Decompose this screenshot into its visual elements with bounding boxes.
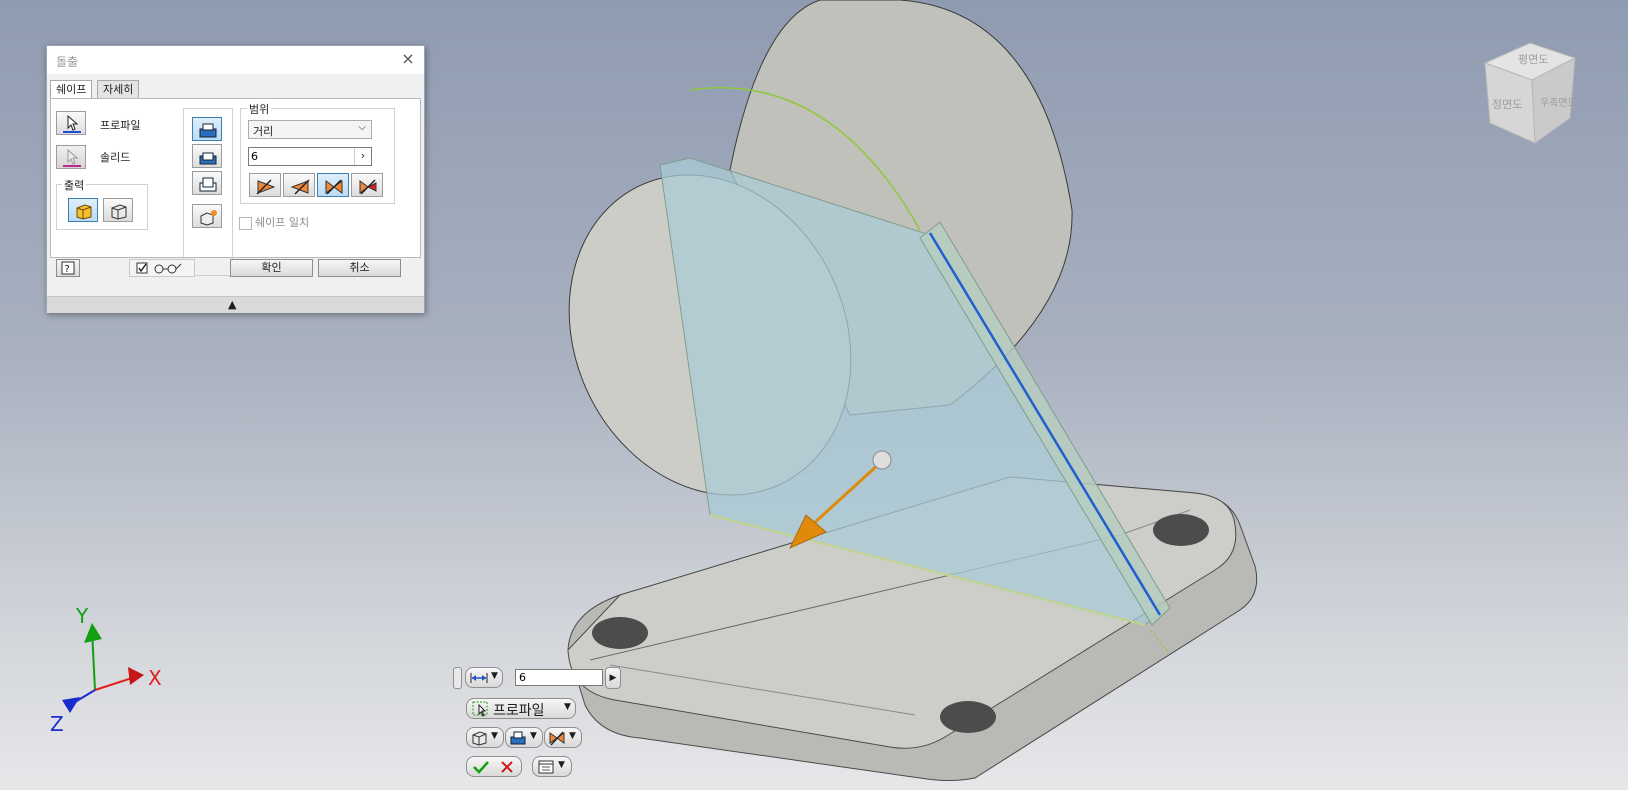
mini-toolbar-profile-button[interactable]: 프로파일 ▼ <box>466 698 576 719</box>
mini-toolbar-options-dropdown[interactable]: ▼ <box>532 756 572 777</box>
mini-toolbar-direction-dropdown[interactable]: ▼ <box>544 727 582 748</box>
dialog-footer: ▲ <box>47 296 424 313</box>
surface-cube-icon <box>111 204 127 220</box>
range-group-label: 범위 <box>247 101 272 117</box>
viewcube[interactable]: 평면도 정면도 우측면도 <box>1470 38 1580 148</box>
hole-back-right[interactable] <box>1153 514 1209 546</box>
dropdown-arrow-icon: ▼ <box>491 671 498 681</box>
range-type-select[interactable]: 거리 ⌵ <box>248 120 372 139</box>
solid-cube-icon <box>76 204 92 220</box>
expand-triangle-icon[interactable]: ▲ <box>228 298 236 311</box>
asymmetric-icon <box>359 179 377 195</box>
axis-x-label: X <box>148 666 162 690</box>
checkmark-icon[interactable] <box>471 759 491 775</box>
distance-input[interactable] <box>251 149 351 163</box>
dialog-titlebar[interactable]: 돌출 × <box>47 46 424 74</box>
output-surface-button[interactable] <box>103 198 133 222</box>
distance-icon <box>470 673 488 683</box>
axis-z-label: Z <box>50 712 64 735</box>
direction-2-icon <box>290 179 310 195</box>
tab-shape[interactable]: 쉐이프 <box>50 80 93 99</box>
viewcube-top-label: 평면도 <box>1518 53 1548 66</box>
new-solid-icon <box>200 210 217 226</box>
dropdown-arrow-icon: ▼ <box>569 731 576 741</box>
axis-triad: Y X Z <box>50 605 162 735</box>
mini-toolbar-profile-label: 프로파일 <box>493 703 545 719</box>
cancel-button[interactable]: 취소 <box>318 259 401 277</box>
asymmetric-button[interactable] <box>351 173 383 197</box>
close-icon[interactable] <box>497 759 517 775</box>
dialog-title: 돌출 <box>56 55 79 69</box>
mini-toolbar-grip[interactable] <box>453 667 462 689</box>
new-solid-button[interactable] <box>192 204 222 228</box>
distance-field[interactable]: › <box>248 147 372 166</box>
tab-more[interactable]: 자세히 <box>97 80 140 98</box>
preview-glasses-icon <box>136 262 182 274</box>
surface-cube-icon <box>472 731 487 746</box>
mini-toolbar-ok-cancel <box>466 756 522 777</box>
cursor-arrow-icon <box>63 115 81 133</box>
match-shape-label: 쉐이프 일치 <box>255 216 310 229</box>
hole-front-right[interactable] <box>940 701 996 733</box>
play-triangle-icon[interactable]: ▶ <box>605 667 621 689</box>
profile-label: 프로파일 <box>100 119 141 132</box>
direction-2-button[interactable] <box>283 173 315 197</box>
distance-type-dropdown[interactable]: ▼ <box>465 667 503 688</box>
help-icon: ? <box>61 261 75 275</box>
direction-1-button[interactable] <box>249 173 281 197</box>
axis-y-label: Y <box>75 605 89 628</box>
dropdown-arrow-icon: ▼ <box>530 731 537 741</box>
panel-options-icon <box>538 760 554 774</box>
direction-1-icon <box>256 179 276 195</box>
join-button[interactable] <box>192 117 222 141</box>
intersect-icon <box>199 177 217 192</box>
dropdown-arrow-icon: ▼ <box>558 760 565 770</box>
mini-toolbar-distance-field[interactable] <box>515 669 603 686</box>
range-type-value: 거리 <box>253 125 274 138</box>
help-button[interactable]: ? <box>56 259 80 277</box>
extrude-dialog: 돌출 × 쉐이프 자세히 프로파일 솔리드 출력 범위 거리 ⌵ › <box>46 45 425 313</box>
svg-text:?: ? <box>65 264 70 275</box>
manipulator-handle[interactable] <box>872 450 892 470</box>
mini-toolbar-output-dropdown[interactable]: ▼ <box>466 727 504 748</box>
profile-select-button[interactable] <box>56 111 86 135</box>
cut-icon <box>199 152 217 165</box>
chevron-down-icon: ⌵ <box>358 122 366 133</box>
cut-button[interactable] <box>192 144 222 168</box>
symmetric-icon <box>325 179 343 195</box>
profile-select-icon <box>472 701 488 717</box>
viewcube-right-label: 우측면도 <box>1540 97 1577 109</box>
viewcube-front-label: 정면도 <box>1492 98 1522 111</box>
match-shape-checkbox[interactable] <box>239 217 252 230</box>
solid-label: 솔리드 <box>100 151 131 164</box>
preview-toggle[interactable] <box>129 259 195 277</box>
dropdown-arrow-icon: ▼ <box>491 731 498 741</box>
symmetric-icon <box>549 731 565 746</box>
hole-front-left[interactable] <box>592 617 648 649</box>
mini-toolbar-operation-dropdown[interactable]: ▼ <box>505 727 543 748</box>
join-icon <box>510 731 526 745</box>
close-icon[interactable]: × <box>400 51 416 67</box>
ok-button[interactable]: 확인 <box>230 259 313 277</box>
join-icon <box>199 123 217 138</box>
cursor-arrow-icon <box>63 149 81 167</box>
intersect-button[interactable] <box>192 171 222 195</box>
output-solid-button[interactable] <box>68 198 98 222</box>
dropdown-arrow-icon: ▼ <box>564 702 571 712</box>
mini-toolbar-distance-input[interactable] <box>519 671 599 684</box>
chevron-right-icon[interactable]: › <box>354 148 371 165</box>
solid-select-button[interactable] <box>56 145 86 169</box>
output-group-label: 출력 <box>62 177 87 193</box>
symmetric-button[interactable] <box>317 173 349 197</box>
